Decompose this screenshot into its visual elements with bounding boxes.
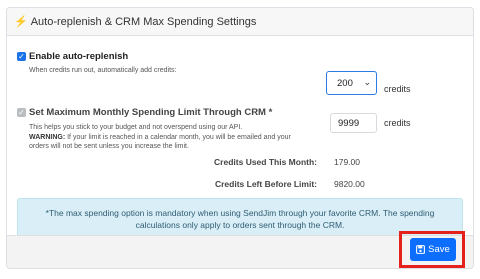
card-title: Auto-replenish & CRM Max Spending Settin…	[30, 15, 257, 28]
chevron-down-icon: ⌄	[363, 77, 371, 87]
save-button[interactable]: Save	[410, 238, 456, 261]
card-body: ✓ Enable auto-replenish When credits run…	[7, 36, 473, 242]
spending-limit-value: 9999	[338, 117, 360, 129]
credits-used-value: 179.00	[334, 157, 360, 167]
limit-unit-label: credits	[384, 118, 411, 128]
spending-limit-input[interactable]: 9999	[330, 113, 377, 133]
replenish-amount-value: 200	[337, 77, 353, 89]
credits-left-label: Credits Left Before Limit:	[214, 179, 317, 189]
floppy-disk-icon	[416, 245, 426, 254]
spending-limit-option: ✓ Set Maximum Monthly Spending Limit Thr…	[17, 107, 272, 118]
settings-card: ⚡ Auto-replenish & CRM Max Spending Sett…	[6, 7, 474, 269]
spending-limit-checkbox: ✓	[17, 107, 26, 117]
credits-used-label: Credits Used This Month:	[214, 157, 317, 167]
spending-limit-label: Set Maximum Monthly Spending Limit Throu…	[29, 107, 273, 118]
warning-label: WARNING:	[29, 133, 66, 141]
save-button-label: Save	[428, 244, 450, 255]
credits-left-value: 9820.00	[334, 179, 365, 189]
spending-limit-help-text: This helps you stick to your budget and …	[29, 124, 243, 131]
replenish-amount-select[interactable]: 200 ⌄	[326, 71, 377, 95]
auto-replenish-checkbox[interactable]: ✓	[17, 52, 26, 61]
bolt-icon: ⚡	[14, 16, 28, 28]
auto-replenish-label[interactable]: Enable auto-replenish	[29, 51, 128, 62]
auto-replenish-option[interactable]: ✓ Enable auto-replenish	[17, 51, 128, 62]
warning-text: If your limit is reached in a calendar m…	[29, 133, 291, 151]
card-header: ⚡ Auto-replenish & CRM Max Spending Sett…	[7, 8, 473, 36]
spending-limit-help: This helps you stick to your budget and …	[29, 123, 299, 152]
replenish-unit-label: credits	[384, 84, 411, 94]
auto-replenish-help: When credits run out, automatically add …	[29, 67, 177, 74]
